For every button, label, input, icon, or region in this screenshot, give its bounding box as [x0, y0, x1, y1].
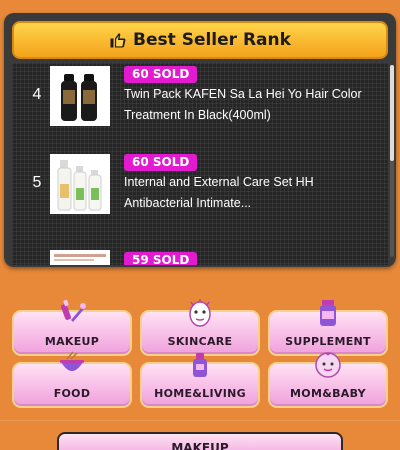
rank-list[interactable]: 4 60 SOLD Twin Pack KAFEN Sa La Hei Yo H… [12, 63, 388, 265]
rank-item[interactable]: 59 SOLD [12, 250, 384, 265]
product-image[interactable] [50, 154, 110, 214]
scrollbar[interactable] [390, 65, 394, 257]
category-label: HOME&LIVING [154, 387, 246, 400]
product-image[interactable] [50, 66, 110, 126]
category-mom-baby-button[interactable]: MOM&BABY [268, 352, 388, 408]
rank-item[interactable]: 4 60 SOLD Twin Pack KAFEN Sa La Hei Yo H… [12, 66, 384, 152]
rank-header: Best Seller Rank [12, 21, 388, 59]
divider [0, 420, 400, 421]
makeup-icon [61, 299, 86, 322]
sold-badge: 59 SOLD [124, 252, 198, 265]
category-label: MOM&BABY [290, 387, 366, 400]
rank-number: 4 [32, 86, 42, 103]
black-hair-color-bottles [50, 66, 110, 126]
sold-badge: 60 SOLD [124, 66, 198, 83]
category-label: SUPPLEMENT [285, 335, 371, 348]
scrollbar-thumb[interactable] [390, 65, 394, 161]
thumbs-up-icon [110, 33, 126, 48]
rank-number: 5 [32, 174, 42, 191]
rank-title: Best Seller Rank [133, 30, 291, 50]
sold-badge: 60 SOLD [124, 154, 198, 171]
face-mask-icon [189, 299, 211, 327]
rank-item[interactable]: 5 60 SOLD Internal and External Care Set… [12, 152, 384, 238]
white-care-bottles [50, 154, 110, 214]
category-label: FOOD [53, 387, 91, 400]
product-thumbnail [50, 250, 110, 265]
food-bowl-icon [60, 351, 84, 371]
tab-makeup[interactable]: MAKEUP [57, 432, 343, 450]
category-label: MAKEUP [44, 335, 100, 348]
product-name[interactable]: Twin Pack KAFEN Sa La Hei Yo Hair Color … [124, 84, 378, 126]
tab-label: MAKEUP [171, 441, 229, 450]
category-home-living-button[interactable]: HOME&LIVING [140, 353, 260, 408]
product-image[interactable] [50, 250, 110, 265]
category-label: SKINCARE [167, 335, 233, 348]
top-strip [0, 0, 400, 12]
product-name[interactable]: Internal and External Care Set HH Antiba… [124, 172, 378, 214]
supplement-jar-icon [320, 300, 336, 326]
home-living-icon [193, 353, 207, 377]
best-seller-rank-panel: Best Seller Rank 4 60 SOLD Twin Pack KAF… [4, 13, 396, 267]
category-grid: MAKEUP SKINCARE SUPPLEMENT FOOD HOME&LIV… [10, 299, 390, 408]
baby-face-icon [315, 352, 341, 378]
category-food-button[interactable]: FOOD [12, 351, 132, 408]
